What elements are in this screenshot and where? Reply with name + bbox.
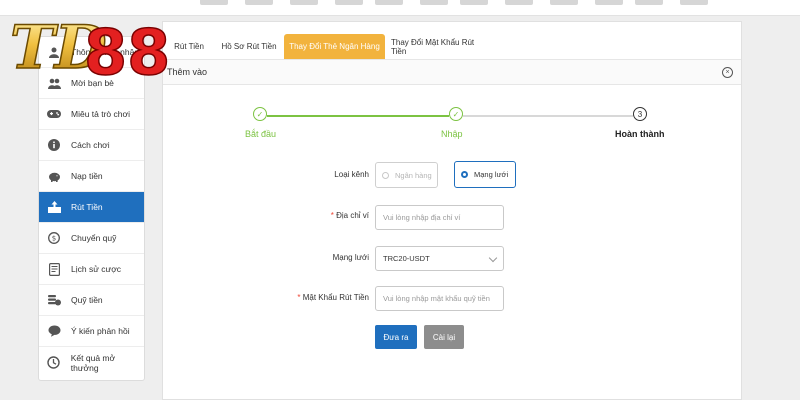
radio-bank-dot <box>382 171 389 179</box>
sidebar-item-label: Chuyển quỹ <box>71 233 117 243</box>
step-1-label: Bắt đầu <box>245 129 277 139</box>
top-nav-item[interactable] <box>680 0 708 5</box>
top-nav-item[interactable] <box>420 0 448 5</box>
sidebar-item-feedback[interactable]: Ý kiến phản hồi <box>39 316 144 347</box>
tab-change-bank-card[interactable]: Thay Đổi Thẻ Ngân Hàng <box>284 34 385 59</box>
step-connector <box>463 115 633 117</box>
sidebar-item-label: Kết quả mở thưởng <box>70 352 116 373</box>
chevron-down-icon <box>488 253 498 263</box>
radio-network-label: Mạng lưới <box>474 170 509 179</box>
piggy-bank-icon <box>47 169 61 183</box>
sidebar-item-label: Cách chơi <box>71 140 110 150</box>
reset-button[interactable]: Cài lại <box>424 325 464 349</box>
sidebar-item-bet-history[interactable]: Lịch sử cược <box>39 254 144 285</box>
sidebar-item-how-to-play[interactable]: Cách chơi <box>39 130 144 161</box>
step-2-label: Nhập <box>441 129 463 139</box>
step-connector <box>267 115 449 117</box>
sidebar-item-fund[interactable]: Quỹ tiền <box>39 285 144 316</box>
radio-bank[interactable]: Ngân hàng <box>375 162 438 188</box>
sidebar-item-label: Miêu tả trò chơi <box>71 109 130 119</box>
top-nav-item[interactable] <box>550 0 578 5</box>
transfer-icon: $ <box>47 231 61 245</box>
step-3-indicator: 3 <box>633 107 647 121</box>
network-label-text: Mạng lưới <box>332 253 369 262</box>
coins-icon <box>47 293 61 307</box>
sidebar-item-lottery-results[interactable]: Kết quả mở thưởng <box>39 347 144 378</box>
progress-stepper: ✓ ✓ 3 Bắt đầu Nhập Hoàn thành <box>223 107 673 147</box>
svg-text:$: $ <box>52 235 56 243</box>
top-nav-item[interactable] <box>595 0 623 5</box>
gamepad-icon <box>47 107 61 121</box>
channel-type-label-text: Loại kênh <box>334 170 369 179</box>
sidebar-item-transfer[interactable]: $ Chuyển quỹ <box>39 223 144 254</box>
tab-withdraw-profile[interactable]: Hồ Sơ Rút Tiền <box>219 34 279 59</box>
network-select-value: TRC20-USDT <box>383 254 430 263</box>
radio-network[interactable]: Mạng lưới <box>454 161 516 188</box>
clock-icon <box>47 356 61 370</box>
tab-bar: Rút Tiền Hồ Sơ Rút Tiền Thay Đổi Thẻ Ngâ… <box>163 34 741 59</box>
top-nav-item[interactable] <box>505 0 533 5</box>
step-2-check-icon: ✓ <box>449 107 463 121</box>
withdraw-password-label-text: Mật Khẩu Rút Tiền <box>302 293 369 302</box>
required-marker: * <box>297 293 301 302</box>
top-nav-item[interactable] <box>335 0 363 5</box>
sidebar-item-label: Ý kiến phản hồi <box>71 326 130 336</box>
submit-button[interactable]: Đưa ra <box>375 325 417 349</box>
sidebar-item-deposit[interactable]: Nạp tiền <box>39 161 144 192</box>
top-nav-item[interactable] <box>245 0 273 5</box>
radio-network-dot <box>461 171 468 178</box>
main-panel: Rút Tiền Hồ Sơ Rút Tiền Thay Đổi Thẻ Ngâ… <box>162 21 742 400</box>
sidebar-item-game-desc[interactable]: Miêu tả trò chơi <box>39 99 144 130</box>
network-label: Mạng lưới <box>269 253 369 262</box>
required-marker: * <box>330 211 334 220</box>
svg-text:88: 88 <box>84 16 170 88</box>
feedback-icon <box>47 324 61 338</box>
withdraw-password-label: * Mật Khẩu Rút Tiền <box>269 293 369 302</box>
top-nav-item[interactable] <box>290 0 318 5</box>
step-3-label: Hoàn thành <box>615 129 665 139</box>
sidebar-item-label: Quỹ tiền <box>71 295 103 305</box>
step-1-check-icon: ✓ <box>253 107 267 121</box>
brand-logo[interactable]: TD 88 <box>6 2 176 90</box>
close-icon[interactable]: × <box>722 67 733 78</box>
section-header: Thêm vào × <box>163 59 741 85</box>
wallet-address-input[interactable]: Vui lòng nhập địa chỉ ví <box>375 205 504 230</box>
sidebar-item-withdraw[interactable]: Rút Tiền <box>39 192 144 223</box>
wallet-address-label-text: Địa chỉ ví <box>336 211 369 220</box>
top-nav-item[interactable] <box>375 0 403 5</box>
radio-bank-label: Ngân hàng <box>395 170 432 180</box>
sidebar-item-label: Nạp tiền <box>71 171 103 181</box>
top-nav-item[interactable] <box>200 0 228 5</box>
channel-type-label: Loại kênh <box>269 170 369 179</box>
network-select[interactable]: TRC20-USDT <box>375 246 504 271</box>
sidebar-item-label: Rút Tiền <box>71 202 103 212</box>
sidebar-item-label: Lịch sử cược <box>71 264 122 274</box>
wallet-address-label: * Địa chỉ ví <box>269 211 369 220</box>
withdraw-icon <box>47 200 61 214</box>
withdraw-password-input[interactable]: Vui lòng nhập mật khẩu quỹ tiền <box>375 286 504 311</box>
top-nav-item[interactable] <box>460 0 488 5</box>
info-icon <box>47 138 61 152</box>
history-doc-icon <box>47 262 61 276</box>
top-nav-item[interactable] <box>635 0 663 5</box>
tab-change-withdraw-password[interactable]: Thay Đổi Mật Khẩu Rút Tiền <box>391 34 491 59</box>
